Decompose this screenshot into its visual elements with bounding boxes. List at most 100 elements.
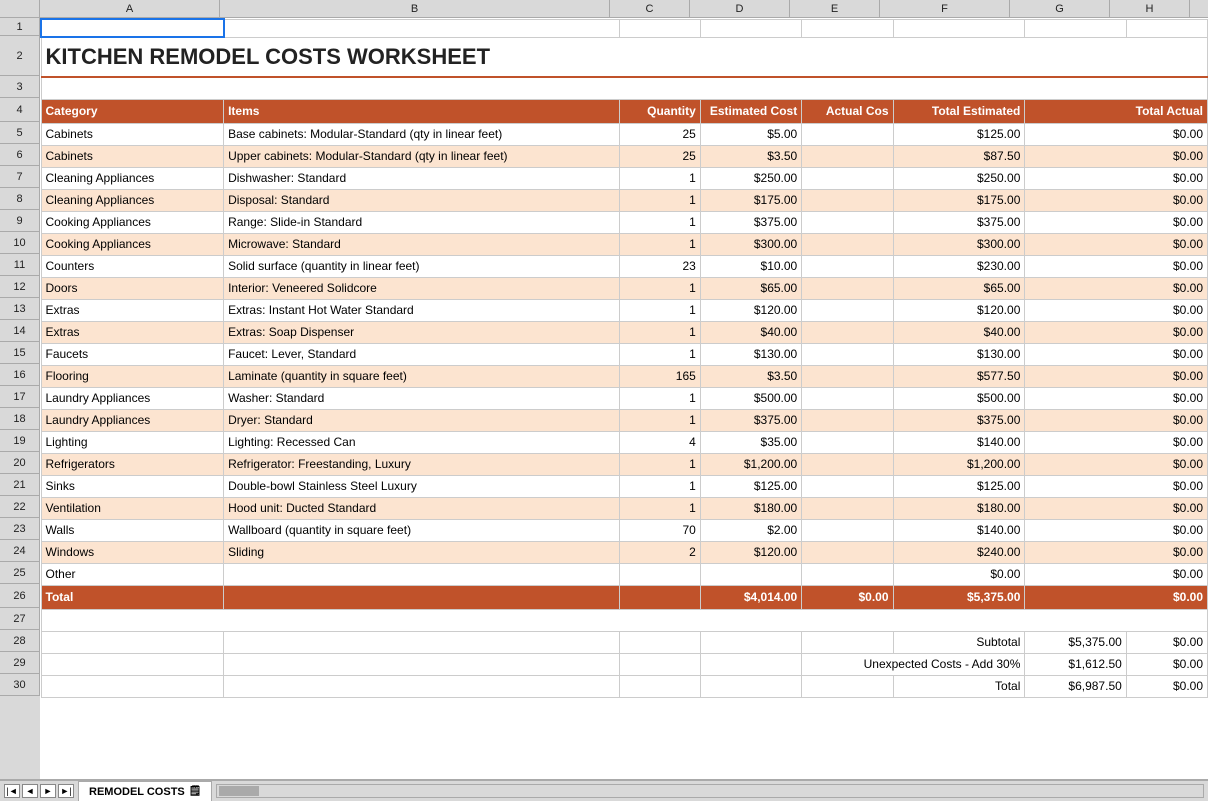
tab-next-btn[interactable]: ► [40, 784, 56, 798]
row-9-estimated-cost[interactable]: $375.00 [700, 211, 801, 233]
row-14-actual-cost[interactable] [802, 321, 893, 343]
horizontal-scrollbar[interactable] [216, 784, 1204, 798]
row-18-category[interactable]: Laundry Appliances [41, 409, 224, 431]
row-23-category[interactable]: Walls [41, 519, 224, 541]
scrollbar-thumb[interactable] [219, 786, 259, 796]
row-12-total-estimated[interactable]: $65.00 [893, 277, 1025, 299]
row-17-category[interactable]: Laundry Appliances [41, 387, 224, 409]
row-9-items[interactable]: Range: Slide-in Standard [224, 211, 620, 233]
row-18-total-estimated[interactable]: $375.00 [893, 409, 1025, 431]
row-14-total-actual[interactable]: $0.00 [1025, 321, 1208, 343]
row-11-quantity[interactable]: 23 [619, 255, 700, 277]
row-7-total-actual[interactable]: $0.00 [1025, 167, 1208, 189]
row-21-estimated-cost[interactable]: $125.00 [700, 475, 801, 497]
row-15-total-estimated[interactable]: $130.00 [893, 343, 1025, 365]
row-20-total-actual[interactable]: $0.00 [1025, 453, 1208, 475]
row-16-items[interactable]: Laminate (quantity in square feet) [224, 365, 620, 387]
row-23-items[interactable]: Wallboard (quantity in square feet) [224, 519, 620, 541]
row-8-total-estimated[interactable]: $175.00 [893, 189, 1025, 211]
row-22-category[interactable]: Ventilation [41, 497, 224, 519]
row-15-items[interactable]: Faucet: Lever, Standard [224, 343, 620, 365]
row-8-total-actual[interactable]: $0.00 [1025, 189, 1208, 211]
row-23-estimated-cost[interactable]: $2.00 [700, 519, 801, 541]
row-12-category[interactable]: Doors [41, 277, 224, 299]
row-10-estimated-cost[interactable]: $300.00 [700, 233, 801, 255]
row-13-estimated-cost[interactable]: $120.00 [700, 299, 801, 321]
row-21-items[interactable]: Double-bowl Stainless Steel Luxury [224, 475, 620, 497]
row-24-quantity[interactable]: 2 [619, 541, 700, 563]
row-22-items[interactable]: Hood unit: Ducted Standard [224, 497, 620, 519]
row-16-estimated-cost[interactable]: $3.50 [700, 365, 801, 387]
row-6-actual-cost[interactable] [802, 145, 893, 167]
col-header-a[interactable]: A [40, 0, 220, 17]
row-14-total-estimated[interactable]: $40.00 [893, 321, 1025, 343]
row-12-actual-cost[interactable] [802, 277, 893, 299]
row-10-actual-cost[interactable] [802, 233, 893, 255]
row-16-actual-cost[interactable] [802, 365, 893, 387]
row-25-actual-cost[interactable] [802, 563, 893, 585]
row-11-estimated-cost[interactable]: $10.00 [700, 255, 801, 277]
row-13-actual-cost[interactable] [802, 299, 893, 321]
row-15-quantity[interactable]: 1 [619, 343, 700, 365]
row-16-quantity[interactable]: 165 [619, 365, 700, 387]
row-5-quantity[interactable]: 25 [619, 123, 700, 145]
row-10-items[interactable]: Microwave: Standard [224, 233, 620, 255]
row-23-total-actual[interactable]: $0.00 [1025, 519, 1208, 541]
row-17-total-actual[interactable]: $0.00 [1025, 387, 1208, 409]
row-20-quantity[interactable]: 1 [619, 453, 700, 475]
row-21-total-actual[interactable]: $0.00 [1025, 475, 1208, 497]
row-14-quantity[interactable]: 1 [619, 321, 700, 343]
row-13-total-actual[interactable]: $0.00 [1025, 299, 1208, 321]
row-18-estimated-cost[interactable]: $375.00 [700, 409, 801, 431]
row-11-total-actual[interactable]: $0.00 [1025, 255, 1208, 277]
row-17-quantity[interactable]: 1 [619, 387, 700, 409]
active-sheet-tab[interactable]: REMODEL COSTS 🗒 [78, 781, 212, 801]
row-22-actual-cost[interactable] [802, 497, 893, 519]
col-header-d[interactable]: D [690, 0, 790, 17]
row-24-items[interactable]: Sliding [224, 541, 620, 563]
row-6-total-actual[interactable]: $0.00 [1025, 145, 1208, 167]
row-7-total-estimated[interactable]: $250.00 [893, 167, 1025, 189]
row-7-actual-cost[interactable] [802, 167, 893, 189]
row-11-items[interactable]: Solid surface (quantity in linear feet) [224, 255, 620, 277]
row-9-actual-cost[interactable] [802, 211, 893, 233]
row-10-category[interactable]: Cooking Appliances [41, 233, 224, 255]
row-7-quantity[interactable]: 1 [619, 167, 700, 189]
row-21-category[interactable]: Sinks [41, 475, 224, 497]
col-header-e[interactable]: E [790, 0, 880, 17]
row-10-total-actual[interactable]: $0.00 [1025, 233, 1208, 255]
row-8-actual-cost[interactable] [802, 189, 893, 211]
col-header-f[interactable]: F [880, 0, 1010, 17]
row-7-category[interactable]: Cleaning Appliances [41, 167, 224, 189]
row-19-total-estimated[interactable]: $140.00 [893, 431, 1025, 453]
row-12-total-actual[interactable]: $0.00 [1025, 277, 1208, 299]
row-8-items[interactable]: Disposal: Standard [224, 189, 620, 211]
row-20-total-estimated[interactable]: $1,200.00 [893, 453, 1025, 475]
row-19-items[interactable]: Lighting: Recessed Can [224, 431, 620, 453]
row-15-estimated-cost[interactable]: $130.00 [700, 343, 801, 365]
row-6-items[interactable]: Upper cabinets: Modular-Standard (qty in… [224, 145, 620, 167]
row-25-total-estimated[interactable]: $0.00 [893, 563, 1025, 585]
tab-prev-btn[interactable]: ◄ [22, 784, 38, 798]
row-25-category[interactable]: Other [41, 563, 224, 585]
row-13-total-estimated[interactable]: $120.00 [893, 299, 1025, 321]
row-22-total-actual[interactable]: $0.00 [1025, 497, 1208, 519]
row-24-estimated-cost[interactable]: $120.00 [700, 541, 801, 563]
row-6-estimated-cost[interactable]: $3.50 [700, 145, 801, 167]
row-18-actual-cost[interactable] [802, 409, 893, 431]
tab-last-btn[interactable]: ►| [58, 784, 74, 798]
row-15-category[interactable]: Faucets [41, 343, 224, 365]
row-10-total-estimated[interactable]: $300.00 [893, 233, 1025, 255]
cell-a1[interactable] [41, 19, 224, 37]
row-22-quantity[interactable]: 1 [619, 497, 700, 519]
row-6-quantity[interactable]: 25 [619, 145, 700, 167]
row-10-quantity[interactable]: 1 [619, 233, 700, 255]
row-21-total-estimated[interactable]: $125.00 [893, 475, 1025, 497]
row-16-total-actual[interactable]: $0.00 [1025, 365, 1208, 387]
row-11-actual-cost[interactable] [802, 255, 893, 277]
row-25-total-actual[interactable]: $0.00 [1025, 563, 1208, 585]
row-25-items[interactable] [224, 563, 620, 585]
tab-first-btn[interactable]: |◄ [4, 784, 20, 798]
row-5-category[interactable]: Cabinets [41, 123, 224, 145]
row-23-quantity[interactable]: 70 [619, 519, 700, 541]
